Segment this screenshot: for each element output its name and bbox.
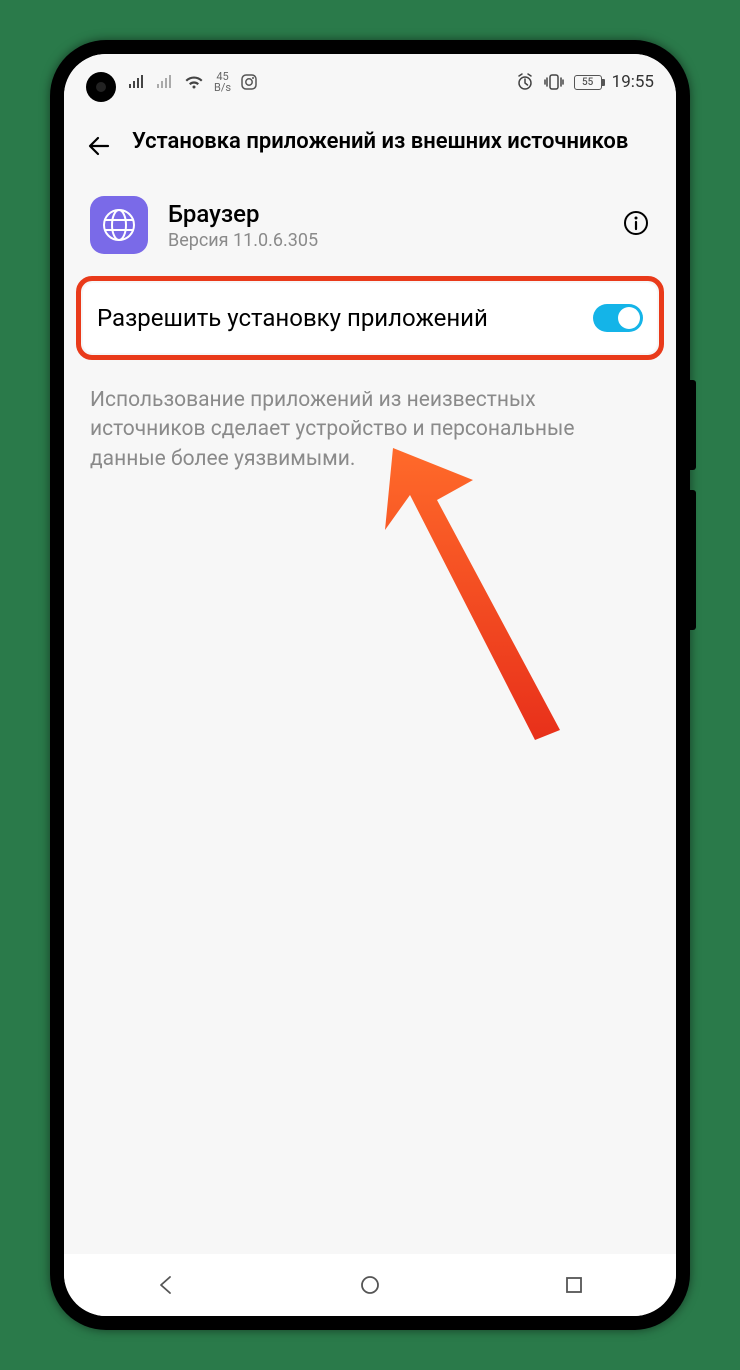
nav-back-button[interactable] [121, 1274, 211, 1296]
allow-install-row[interactable]: Разрешить установку приложений [83, 283, 657, 353]
power-button [690, 380, 696, 470]
info-icon [622, 209, 650, 237]
instagram-icon [241, 74, 257, 90]
alarm-icon [516, 73, 534, 91]
front-camera [86, 72, 116, 102]
back-arrow-icon [86, 132, 114, 160]
app-info-row: Браузер Версия 11.0.6.305 [64, 178, 676, 272]
nav-recent-button[interactable] [529, 1275, 619, 1295]
net-speed-unit: B/s [214, 82, 231, 93]
screen: 45 B/s 55 19:55 Установка приложений из … [64, 54, 676, 1316]
browser-globe-icon [100, 206, 138, 244]
allow-install-label: Разрешить установку приложений [97, 303, 577, 333]
app-icon [90, 196, 148, 254]
battery-indicator: 55 [574, 75, 602, 90]
app-name: Браузер [168, 200, 602, 228]
back-button[interactable] [86, 132, 114, 164]
nav-home-button[interactable] [325, 1274, 415, 1296]
allow-install-toggle[interactable] [593, 304, 643, 332]
app-version: Версия 11.0.6.305 [168, 230, 602, 251]
page-title: Установка приложений из внешних источник… [132, 128, 628, 156]
app-text: Браузер Версия 11.0.6.305 [168, 200, 602, 251]
signal-icon [128, 75, 146, 89]
network-speed: 45 B/s [214, 71, 231, 93]
highlight-annotation: Разрешить установку приложений [76, 276, 664, 360]
nav-home-icon [359, 1274, 381, 1296]
info-button[interactable] [622, 209, 650, 241]
nav-recent-icon [564, 1275, 584, 1295]
content: Браузер Версия 11.0.6.305 Разрешить уста… [64, 178, 676, 1254]
navigation-bar [64, 1254, 676, 1316]
page-header: Установка приложений из внешних источник… [64, 110, 676, 178]
wifi-icon [184, 75, 204, 90]
status-bar: 45 B/s 55 19:55 [64, 54, 676, 110]
volume-button [690, 490, 696, 630]
clock: 19:55 [612, 72, 654, 92]
signal-icon-2 [156, 75, 174, 89]
nav-back-icon [155, 1274, 177, 1296]
status-right: 55 19:55 [516, 72, 654, 92]
battery-text: 55 [582, 77, 593, 88]
phone-frame: 45 B/s 55 19:55 Установка приложений из … [50, 40, 690, 1330]
vibrate-icon [544, 74, 564, 90]
warning-description: Использование приложений из неизвестных … [64, 368, 676, 492]
status-left: 45 B/s [128, 71, 257, 93]
